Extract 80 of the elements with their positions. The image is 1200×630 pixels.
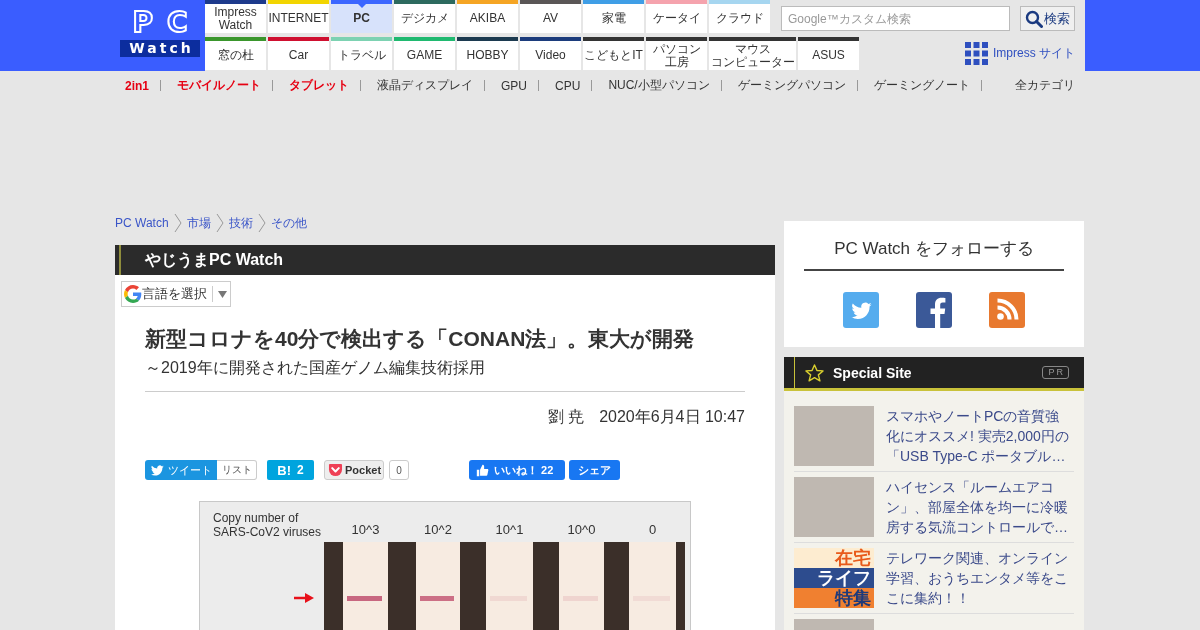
- nav-tab[interactable]: AV: [520, 0, 581, 33]
- bird-icon[interactable]: [843, 292, 879, 328]
- category-link[interactable]: タブレット: [289, 77, 349, 94]
- impress-sites-link[interactable]: Impress サイト: [965, 37, 1075, 70]
- share-button[interactable]: シェア: [569, 460, 620, 480]
- chevron-icon: [173, 213, 182, 233]
- nav-tab[interactable]: Impress Watch: [205, 0, 266, 33]
- nav-tab[interactable]: GAME: [394, 37, 455, 70]
- nav-tab[interactable]: HOBBY: [457, 37, 518, 70]
- search-field[interactable]: Google™カスタム検索: [781, 6, 1010, 31]
- category-link[interactable]: GPU: [501, 78, 528, 93]
- article-link[interactable]: ハイセンス「ルームエアコン」、部屋全体を均一に冷暖房する気流コントロールで…: [886, 477, 1069, 537]
- all-categories-link[interactable]: 全カテゴリ: [1015, 77, 1075, 94]
- banner-text: 特集: [794, 588, 874, 608]
- article-link[interactable]: テレワーク関連、オンライン学習、おうちエンタメ等をここに集約！！: [886, 548, 1069, 608]
- column-label: 10^0: [566, 521, 597, 537]
- article-link[interactable]: スマホやノートPCの音質強化にオススメ! 実売2,000円の「USB Type-C ポータブル…: [886, 406, 1069, 466]
- publish-date: 2020年6月4日 10:47: [599, 407, 745, 427]
- list-button[interactable]: リスト: [217, 460, 257, 480]
- nav-tab[interactable]: デジカメ: [394, 0, 455, 33]
- search-button[interactable]: 検索: [1020, 6, 1075, 31]
- column-label: 10^2: [423, 521, 453, 537]
- arrow-icon: [294, 593, 314, 603]
- f-logo-icon[interactable]: [916, 292, 952, 328]
- figure-axis-label: Copy number of SARS-CoV2 viruses: [213, 511, 323, 539]
- shield-chevron-icon: [328, 463, 343, 477]
- nav-tab[interactable]: PC: [331, 0, 392, 33]
- g-letter-icon: [124, 285, 142, 303]
- share-count: 0: [389, 460, 409, 480]
- category-link[interactable]: モバイルノート: [177, 77, 261, 94]
- banner-text: ライフ: [794, 568, 874, 588]
- nav-tab[interactable]: こどもとIT: [583, 37, 644, 70]
- special-site-title: Special Site: [833, 364, 912, 381]
- breadcrumb-link[interactable]: PC Watch: [115, 216, 169, 230]
- section-header: やじうまPC Watch: [115, 245, 775, 275]
- breadcrumb-link[interactable]: 技術: [228, 214, 253, 232]
- nav-tab[interactable]: ケータイ: [646, 0, 707, 33]
- column-label: 0: [647, 521, 658, 537]
- language-select[interactable]: 言語を選択: [121, 281, 231, 307]
- like-button[interactable]: いいね！ 22: [469, 460, 565, 480]
- nav-tab[interactable]: Video: [520, 37, 581, 70]
- nav-tab[interactable]: ASUS: [798, 37, 859, 70]
- category-link[interactable]: 液晶ディスプレイ: [377, 77, 473, 94]
- column-label: 10^3: [350, 521, 381, 537]
- search-icon: [1025, 9, 1043, 28]
- nav-tab[interactable]: マウス コンピューター: [709, 37, 796, 70]
- author-name: 劉 尭: [547, 407, 585, 427]
- logo-letters: PC: [131, 9, 202, 37]
- nav-tab[interactable]: クラウド: [709, 0, 770, 33]
- category-link[interactable]: ゲーミングパソコン: [737, 77, 846, 94]
- follow-title: PC Watch をフォローする: [833, 238, 1035, 260]
- category-link[interactable]: ゲーミングノート: [873, 77, 970, 94]
- nav-tab[interactable]: 家電: [583, 0, 644, 33]
- article-subtitle: ～2019年に開発された国産ゲノム編集技術採用: [145, 358, 486, 378]
- rss-icon[interactable]: [989, 292, 1025, 328]
- bird-icon: [151, 464, 164, 476]
- category-link[interactable]: CPU: [555, 78, 581, 93]
- grid-icon: [965, 42, 988, 65]
- logo-banner: Watch: [120, 40, 200, 57]
- article-title: 新型コロナを40分で検出する「CONAN法」。東大が開発: [145, 326, 696, 351]
- thumbs-up-icon: [476, 463, 489, 477]
- category-link[interactable]: NUC/小型パソコン: [608, 77, 710, 94]
- nav-tab[interactable]: Car: [268, 37, 329, 70]
- nav-tab[interactable]: パソコン 工房: [646, 37, 707, 70]
- chevron-icon: [257, 213, 266, 233]
- nav-tab[interactable]: AKIBA: [457, 0, 518, 33]
- feature-banner[interactable]: 在宅 ライフ 特集: [794, 548, 874, 608]
- caret-icon: [218, 290, 227, 298]
- category-link[interactable]: 2in1: [125, 78, 149, 93]
- nav-tab[interactable]: 窓の杜: [205, 37, 266, 70]
- chevron-icon: [215, 213, 224, 233]
- nav-tab[interactable]: トラベル: [331, 37, 392, 70]
- pocket-button[interactable]: Pocket: [324, 460, 384, 480]
- nav-tab[interactable]: INTERNET: [268, 0, 329, 33]
- column-label: 10^1: [494, 521, 525, 537]
- banner-text: 在宅: [794, 548, 874, 568]
- star-icon: [805, 363, 824, 382]
- pr-badge: PR: [1042, 366, 1069, 379]
- breadcrumb-link[interactable]: その他: [270, 214, 307, 232]
- breadcrumb-link[interactable]: 市場: [186, 214, 211, 232]
